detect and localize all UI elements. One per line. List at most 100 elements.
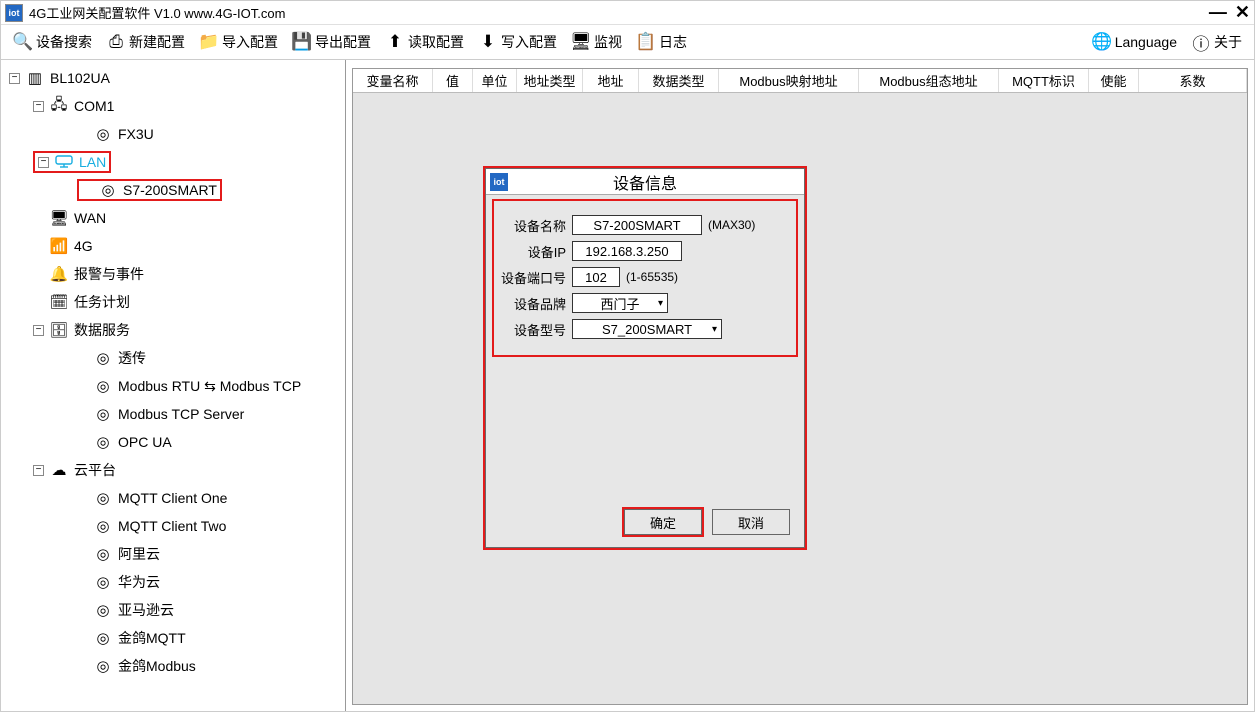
- dialog-title: iot 设备信息: [486, 169, 804, 195]
- device-ip-input[interactable]: [572, 241, 682, 261]
- tree-node-aliyun[interactable]: ◎阿里云: [1, 540, 345, 568]
- tree-node-passthrough[interactable]: ◎透传: [1, 344, 345, 372]
- device-icon: ◎: [92, 629, 114, 647]
- chevron-down-icon: ▾: [712, 324, 717, 335]
- tree-node-mqtt1[interactable]: ◎MQTT Client One: [1, 484, 345, 512]
- collapse-icon[interactable]: −: [9, 73, 20, 84]
- device-brand-select[interactable]: 西门子▾: [572, 293, 668, 313]
- cancel-button[interactable]: 取消: [712, 509, 790, 535]
- window-title: 4G工业网关配置软件 V1.0 www.4G-IOT.com: [29, 3, 285, 22]
- col-value[interactable]: 值: [433, 69, 473, 92]
- wan-icon: 🖥: [48, 209, 70, 227]
- language-button[interactable]: 🌐Language: [1086, 29, 1183, 55]
- col-modbus-map[interactable]: Modbus映射地址: [719, 69, 859, 92]
- serial-icon: 🖧: [48, 97, 70, 115]
- minimize-icon[interactable]: —: [1209, 2, 1227, 23]
- collapse-icon[interactable]: −: [33, 465, 44, 476]
- device-icon: ◎: [92, 349, 114, 367]
- device-icon: ◎: [92, 125, 114, 143]
- tree-node-fx3u[interactable]: ◎FX3U: [1, 120, 345, 148]
- tree-node-lan[interactable]: − LAN: [1, 148, 345, 176]
- device-name-label: 设备名称: [500, 216, 566, 235]
- info-icon: ⓘ: [1191, 32, 1211, 52]
- device-icon: ◎: [97, 181, 119, 199]
- task-icon: 🗓: [48, 293, 70, 311]
- write-config-button[interactable]: ⬇写入配置: [472, 29, 563, 55]
- device-name-hint: (MAX30): [708, 218, 755, 232]
- tree-node-s7[interactable]: ◎S7-200SMART: [1, 176, 345, 204]
- device-ip-label: 设备IP: [500, 242, 566, 261]
- antenna-icon: 📶: [48, 237, 70, 255]
- col-factor[interactable]: 系数: [1139, 69, 1247, 92]
- folder-icon: 📁: [199, 32, 219, 52]
- col-mqtt[interactable]: MQTT标识: [999, 69, 1089, 92]
- tree-node-modbus-rtu-tcp[interactable]: ◎Modbus RTU ⇆ Modbus TCP: [1, 372, 345, 400]
- device-port-label: 设备端口号: [500, 268, 566, 287]
- tree-node-4g[interactable]: 📶4G: [1, 232, 345, 260]
- tree-node-mqtt2[interactable]: ◎MQTT Client Two: [1, 512, 345, 540]
- export-config-button[interactable]: 💾导出配置: [286, 29, 377, 55]
- tree-node-modbus-tcp[interactable]: ◎Modbus TCP Server: [1, 400, 345, 428]
- tree-node-com1[interactable]: −🖧COM1: [1, 92, 345, 120]
- tree-node-jinge-mqtt[interactable]: ◎金鸽MQTT: [1, 624, 345, 652]
- bell-icon: 🔔: [48, 265, 70, 283]
- monitor-icon: 🖥: [571, 32, 591, 52]
- tree-node-alarm[interactable]: 🔔报警与事件: [1, 260, 345, 288]
- log-icon: 📋: [636, 32, 656, 52]
- device-brand-label: 设备品牌: [500, 294, 566, 313]
- dialog-form: 设备名称 (MAX30) 设备IP 设备端口号 (1-65535) 设备品牌 西…: [492, 199, 798, 357]
- gateway-icon: ▥: [24, 69, 46, 87]
- col-datatype[interactable]: 数据类型: [639, 69, 719, 92]
- read-config-button[interactable]: ⬆读取配置: [379, 29, 470, 55]
- collapse-icon[interactable]: −: [38, 157, 49, 168]
- device-model-select[interactable]: S7_200SMART▾: [572, 319, 722, 339]
- tree-node-opcua[interactable]: ◎OPC UA: [1, 428, 345, 456]
- app-logo-icon: iot: [490, 173, 508, 191]
- new-icon: ⎙: [106, 32, 126, 52]
- download-icon: ⬇: [478, 32, 498, 52]
- col-enable[interactable]: 使能: [1089, 69, 1139, 92]
- main-toolbar: 🔍设备搜索 ⎙新建配置 📁导入配置 💾导出配置 ⬆读取配置 ⬇写入配置 🖥监视 …: [1, 25, 1254, 60]
- import-config-button[interactable]: 📁导入配置: [193, 29, 284, 55]
- col-addr[interactable]: 地址: [583, 69, 639, 92]
- about-button[interactable]: ⓘ关于: [1185, 29, 1248, 55]
- monitor-button[interactable]: 🖥监视: [565, 29, 628, 55]
- device-icon: ◎: [92, 573, 114, 591]
- tree-node-dataservice[interactable]: −🗄数据服务: [1, 316, 345, 344]
- col-addrtype[interactable]: 地址类型: [517, 69, 583, 92]
- log-button[interactable]: 📋日志: [630, 29, 693, 55]
- device-port-hint: (1-65535): [626, 270, 678, 284]
- device-name-input[interactable]: [572, 215, 702, 235]
- col-unit[interactable]: 单位: [473, 69, 517, 92]
- window-titlebar: iot 4G工业网关配置软件 V1.0 www.4G-IOT.com — ✕: [1, 1, 1254, 25]
- app-logo-icon: iot: [5, 4, 23, 22]
- search-device-button[interactable]: 🔍设备搜索: [7, 29, 98, 55]
- col-modbus-cfg[interactable]: Modbus组态地址: [859, 69, 999, 92]
- tree-node-wan[interactable]: 🖥WAN: [1, 204, 345, 232]
- upload-icon: ⬆: [385, 32, 405, 52]
- tree-node-aws[interactable]: ◎亚马逊云: [1, 596, 345, 624]
- collapse-icon[interactable]: −: [33, 325, 44, 336]
- close-icon[interactable]: ✕: [1235, 2, 1250, 23]
- database-icon: 🗄: [48, 321, 70, 339]
- ok-button[interactable]: 确定: [624, 509, 702, 535]
- collapse-icon[interactable]: −: [33, 101, 44, 112]
- device-icon: ◎: [92, 433, 114, 451]
- device-port-input[interactable]: [572, 267, 620, 287]
- device-icon: ◎: [92, 657, 114, 675]
- search-icon: 🔍: [13, 32, 33, 52]
- tree-node-task[interactable]: 🗓任务计划: [1, 288, 345, 316]
- tree-node-jinge-modbus[interactable]: ◎金鸽Modbus: [1, 652, 345, 680]
- table-header: 变量名称 值 单位 地址类型 地址 数据类型 Modbus映射地址 Modbus…: [353, 69, 1247, 93]
- device-tree: −▥BL102UA −🖧COM1 ◎FX3U − LAN ◎S7-200SMAR…: [1, 60, 346, 711]
- cloud-icon: ☁: [48, 461, 70, 479]
- save-icon: 💾: [292, 32, 312, 52]
- col-varname[interactable]: 变量名称: [353, 69, 433, 92]
- device-icon: ◎: [92, 601, 114, 619]
- tree-node-huawei[interactable]: ◎华为云: [1, 568, 345, 596]
- chevron-down-icon: ▾: [658, 298, 663, 309]
- tree-node-root[interactable]: −▥BL102UA: [1, 64, 345, 92]
- device-icon: ◎: [92, 517, 114, 535]
- tree-node-cloud[interactable]: −☁云平台: [1, 456, 345, 484]
- new-config-button[interactable]: ⎙新建配置: [100, 29, 191, 55]
